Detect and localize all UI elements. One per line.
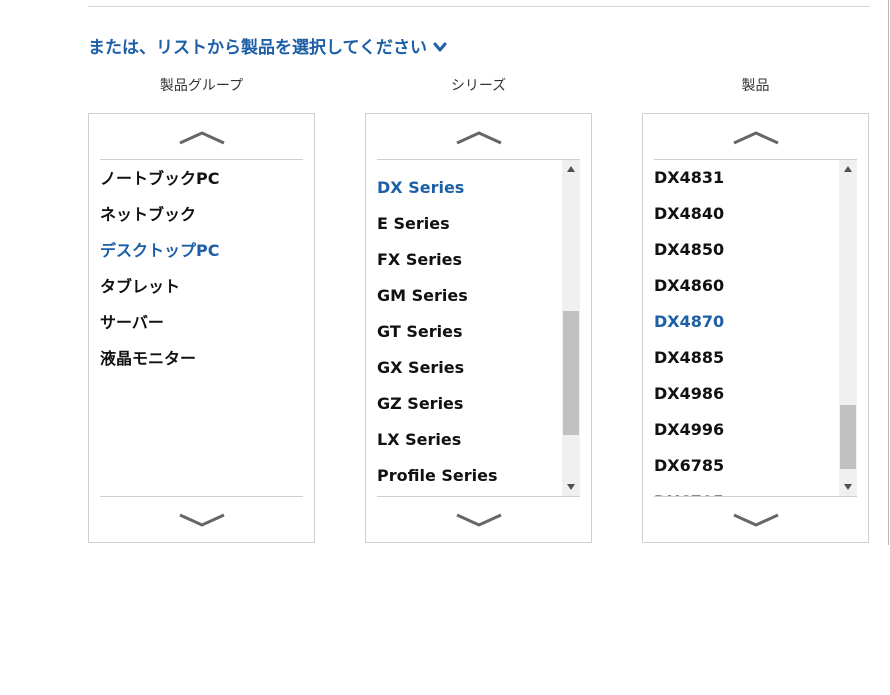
list-item[interactable]: E Series — [377, 206, 562, 242]
product-panel: DX4831 DX4840 DX4850 DX4860 DX4870 DX4885 DX49… — [642, 113, 869, 543]
chevron-down-icon — [433, 39, 447, 53]
chevron-up-icon — [178, 131, 225, 145]
product-group-list-viewport: ノートブックPC ネットブック デスクトップPC タブレット サーバー 液晶モニター — [100, 160, 303, 496]
scrollbar-down-arrow-icon[interactable] — [562, 478, 580, 496]
list-item[interactable]: ノートブックPC — [100, 161, 285, 197]
series-scrollbar-thumb[interactable] — [563, 311, 579, 435]
chevron-up-icon — [455, 131, 502, 145]
list-item[interactable]: LX Series — [377, 422, 562, 458]
list-item[interactable]: GT Series — [377, 314, 562, 350]
product-scrollbar-thumb[interactable] — [840, 405, 856, 469]
scrollbar-up-arrow-icon[interactable] — [562, 160, 580, 178]
column-label-series: シリーズ — [450, 78, 507, 94]
product-scrollbar[interactable] — [839, 160, 857, 496]
top-divider — [88, 6, 870, 7]
scrollbar-up-arrow-icon[interactable] — [839, 160, 857, 178]
chevron-up-icon — [732, 131, 779, 145]
product-group-list: ノートブックPC ネットブック デスクトップPC タブレット サーバー 液晶モニター — [100, 161, 285, 377]
list-item[interactable]: FX Series — [377, 242, 562, 278]
column-label-product-group: 製品グループ — [159, 78, 244, 94]
list-item[interactable]: DX4986 — [654, 376, 839, 412]
list-item[interactable]: DX4831 — [654, 160, 839, 196]
list-item[interactable]: DX4840 — [654, 196, 839, 232]
list-item[interactable]: DX Series — [377, 170, 562, 206]
column-label-product: 製品 — [741, 78, 770, 94]
list-item[interactable]: サーバー — [100, 305, 285, 341]
list-item[interactable]: タブレット — [100, 269, 285, 305]
series-list: DX Series E Series FX Series GM Series GT Se… — [377, 170, 562, 494]
list-item[interactable]: DX4870 — [654, 304, 839, 340]
list-item[interactable]: ネットブック — [100, 197, 285, 233]
series-scroll-up-button[interactable] — [366, 114, 591, 160]
series-list-viewport: DX Series E Series FX Series GM Series GT Se… — [377, 160, 580, 496]
list-item[interactable]: DX4996 — [654, 412, 839, 448]
product-scroll-down-button[interactable] — [643, 496, 868, 542]
list-item[interactable]: DX4850 — [654, 232, 839, 268]
list-item[interactable]: デスクトップPC — [100, 233, 285, 269]
product-list: DX4831 DX4840 DX4850 DX4860 DX4870 DX4885 DX49… — [654, 160, 839, 496]
scrollbar-down-arrow-icon[interactable] — [839, 478, 857, 496]
series-scrollbar[interactable] — [562, 160, 580, 496]
product-group-scroll-down-button[interactable] — [89, 496, 314, 542]
list-item[interactable]: DX6795 — [654, 484, 839, 496]
list-item[interactable]: DX4885 — [654, 340, 839, 376]
product-scroll-up-button[interactable] — [643, 114, 868, 160]
list-item[interactable]: DX4860 — [654, 268, 839, 304]
page-edge-divider — [888, 0, 889, 545]
series-panel: DX Series E Series FX Series GM Series GT Se… — [365, 113, 592, 543]
chevron-down-icon — [732, 513, 779, 527]
list-item[interactable]: GM Series — [377, 278, 562, 314]
list-item[interactable]: GZ Series — [377, 386, 562, 422]
select-from-list-toggle[interactable]: または、リストから製品を選択してください — [88, 33, 447, 58]
list-item[interactable]: 液晶モニター — [100, 341, 285, 377]
product-list-viewport: DX4831 DX4840 DX4850 DX4860 DX4870 DX4885 DX49… — [654, 160, 857, 496]
product-group-scroll-up-button[interactable] — [89, 114, 314, 160]
chevron-down-icon — [178, 513, 225, 527]
list-item[interactable]: Profile Series — [377, 458, 562, 494]
product-group-panel: ノートブックPC ネットブック デスクトップPC タブレット サーバー 液晶モニター — [88, 113, 315, 543]
chevron-down-icon — [455, 513, 502, 527]
select-from-list-heading: または、リストから製品を選択してください — [88, 38, 427, 58]
series-scroll-down-button[interactable] — [366, 496, 591, 542]
list-item[interactable]: DX6785 — [654, 448, 839, 484]
list-item[interactable]: GX Series — [377, 350, 562, 386]
